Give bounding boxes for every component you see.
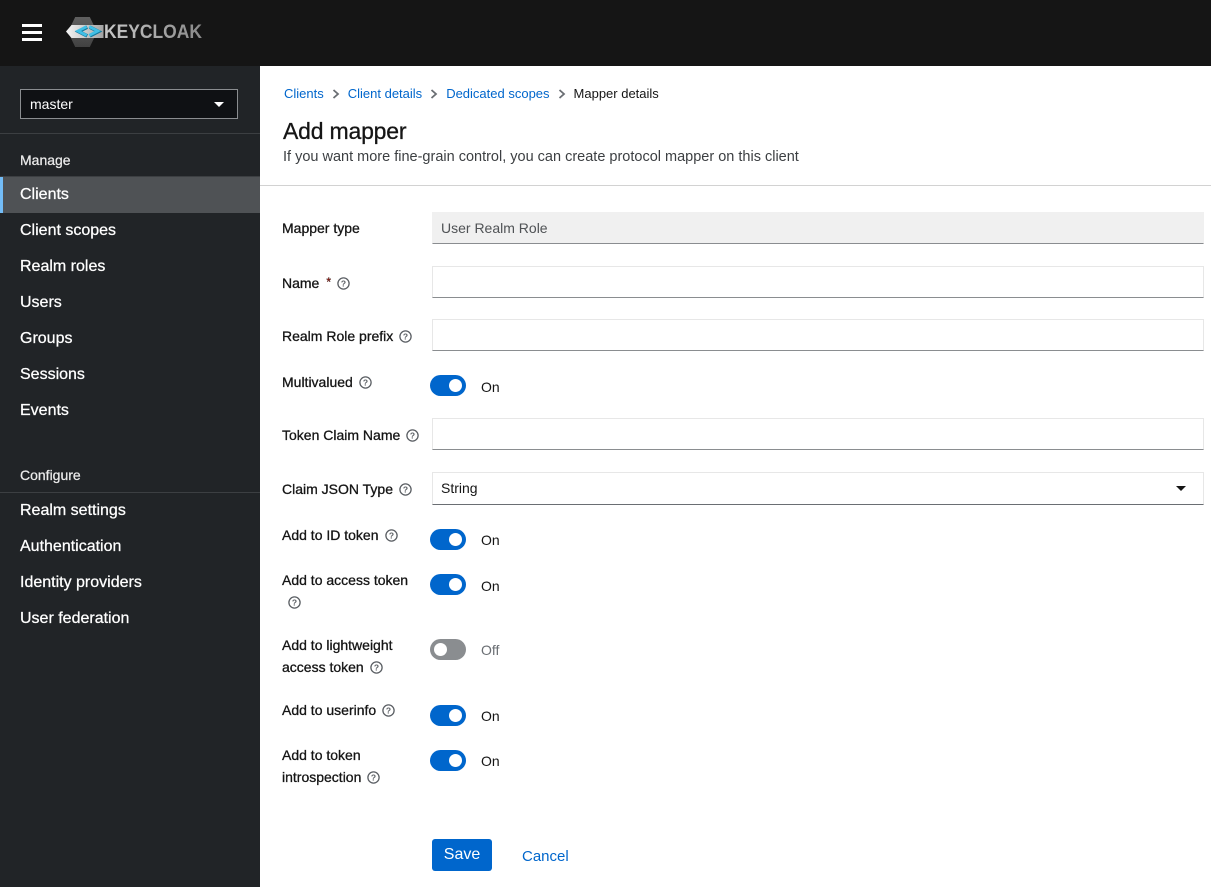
svg-text:?: ? <box>388 531 393 541</box>
svg-text:?: ? <box>386 706 391 716</box>
svg-text:?: ? <box>371 773 376 783</box>
svg-text:?: ? <box>410 431 415 441</box>
svg-text:?: ? <box>374 663 379 673</box>
svg-text:?: ? <box>403 332 408 342</box>
svg-text:?: ? <box>292 598 297 608</box>
svg-text:?: ? <box>363 378 368 388</box>
svg-text:?: ? <box>403 485 408 495</box>
svg-text:?: ? <box>341 279 346 289</box>
svg-text:KEYCLOAK: KEYCLOAK <box>104 22 202 43</box>
